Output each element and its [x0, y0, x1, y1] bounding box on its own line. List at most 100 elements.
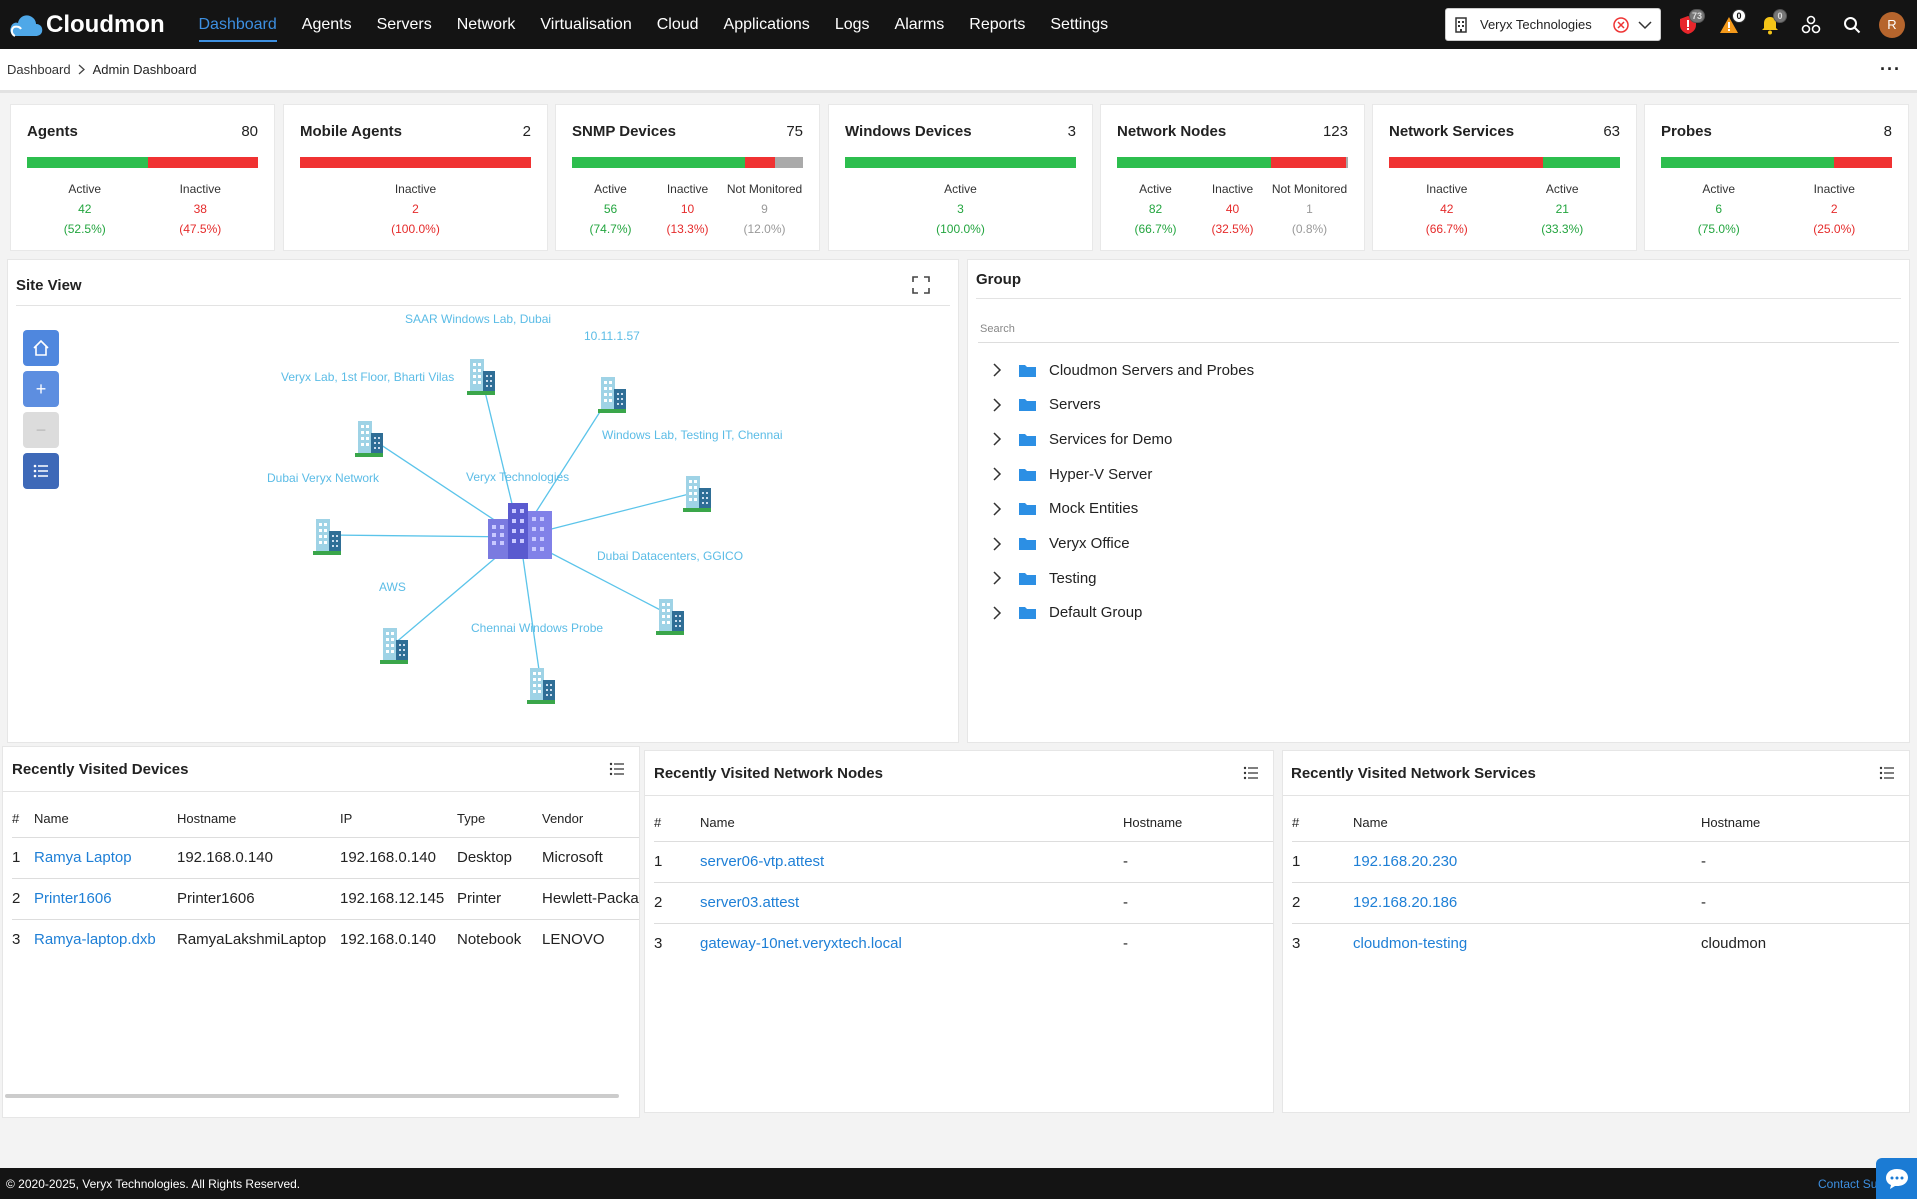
table-row[interactable]: 2 192.168.20.186-: [1292, 881, 1909, 923]
site-label[interactable]: Dubai Veryx Network: [267, 471, 380, 485]
col-header[interactable]: Name: [700, 805, 1123, 841]
stat-card[interactable]: Network Nodes 123 Active 82 (66.7%) Inactive 4…: [1100, 104, 1365, 251]
group-tree-item[interactable]: Cloudmon Servers and Probes: [990, 358, 1254, 382]
group-tree-item[interactable]: Services for Demo: [990, 427, 1172, 451]
site-label[interactable]: Chennai Windows Probe: [471, 621, 603, 635]
nav-cloud[interactable]: Cloud: [644, 0, 711, 49]
logo[interactable]: Cloudmon: [8, 11, 168, 39]
stat-item[interactable]: Active 3 (100.0%): [845, 179, 1076, 239]
site-building-icon[interactable]: [527, 668, 555, 704]
nav-logs[interactable]: Logs: [822, 0, 882, 49]
stat-card[interactable]: Probes 8 Active 6 (75.0%) Inactive 2 (25.0%): [1644, 104, 1909, 251]
chat-button[interactable]: [1876, 1158, 1917, 1199]
row-name-link[interactable]: server03.attest: [700, 881, 1123, 923]
row-name-link[interactable]: 192.168.20.230: [1353, 840, 1701, 882]
nav-agents[interactable]: Agents: [289, 0, 364, 49]
stat-item[interactable]: Inactive 2 (100.0%): [300, 179, 531, 239]
shield-alert-button[interactable]: 73: [1678, 8, 1705, 35]
stat-card[interactable]: Network Services 63 Inactive 42 (66.7%) Activ…: [1372, 104, 1637, 251]
stat-item[interactable]: Active 6 (75.0%): [1661, 179, 1777, 239]
user-avatar[interactable]: R: [1879, 11, 1905, 38]
col-header[interactable]: Vendor: [542, 801, 639, 837]
row-name-link[interactable]: Ramya-laptop.dxb: [34, 918, 177, 960]
row-name-link[interactable]: server06-vtp.attest: [700, 840, 1123, 882]
nav-settings[interactable]: Settings: [1038, 0, 1121, 49]
stat-item[interactable]: Inactive 42 (66.7%): [1389, 179, 1505, 239]
stat-item[interactable]: Not Monitored 9 (12.0%): [726, 179, 803, 239]
site-label[interactable]: Veryx Lab, 1st Floor, Bharti Vilas: [281, 370, 454, 384]
site-label[interactable]: Dubai Datacenters, GGICO: [597, 549, 743, 563]
site-building-icon[interactable]: [656, 599, 684, 635]
row-name-link[interactable]: 192.168.20.186: [1353, 881, 1701, 923]
site-label[interactable]: 10.11.1.57: [584, 329, 640, 343]
group-tree-item[interactable]: Mock Entities: [990, 497, 1138, 521]
col-header[interactable]: Type: [457, 801, 542, 837]
site-label[interactable]: SAAR Windows Lab, Dubai: [405, 312, 551, 326]
nav-reports[interactable]: Reports: [957, 0, 1038, 49]
notifications-button[interactable]: 0: [1760, 8, 1787, 35]
group-search-input[interactable]: Search: [978, 313, 1899, 343]
col-header[interactable]: Hostname: [1701, 805, 1909, 841]
group-tree-item[interactable]: Hyper-V Server: [990, 462, 1152, 486]
list-view-icon[interactable]: [609, 762, 625, 776]
search-button[interactable]: [1842, 15, 1862, 35]
stat-item[interactable]: Active 82 (66.7%): [1117, 179, 1194, 239]
row-name-link[interactable]: Ramya Laptop: [34, 836, 177, 878]
table-row[interactable]: 2 server03.attest -: [654, 881, 1273, 923]
nav-applications[interactable]: Applications: [711, 0, 822, 49]
chevron-right-icon[interactable]: [990, 467, 1004, 481]
nav-virtualisation[interactable]: Virtualisation: [528, 0, 644, 49]
list-view-icon[interactable]: [1879, 766, 1895, 780]
site-center-label[interactable]: Veryx Technologies: [466, 470, 569, 484]
group-tree-item[interactable]: Servers: [990, 393, 1101, 417]
table-row[interactable]: 1 192.168.20.230-: [1292, 840, 1909, 882]
site-building-icon[interactable]: [355, 421, 383, 457]
stat-card[interactable]: Agents 80 Active 42 (52.5%) Inactive 38 (47.5%): [10, 104, 275, 251]
stat-card[interactable]: Windows Devices 3 Active 3 (100.0%): [828, 104, 1093, 251]
group-tree-item[interactable]: Testing: [990, 566, 1097, 590]
chevron-right-icon[interactable]: [990, 571, 1004, 585]
site-building-icon[interactable]: [380, 628, 408, 664]
list-view-icon[interactable]: [1243, 766, 1259, 780]
row-name-link[interactable]: Printer1606: [34, 877, 177, 919]
nav-dashboard[interactable]: Dashboard: [186, 0, 289, 49]
chevron-right-icon[interactable]: [990, 606, 1004, 620]
group-tree-item[interactable]: Default Group: [990, 601, 1142, 625]
hq-building-icon[interactable]: [488, 503, 552, 559]
row-name-link[interactable]: cloudmon-testing: [1353, 922, 1701, 964]
warning-alert-button[interactable]: 0: [1719, 8, 1746, 35]
apps-button[interactable]: [1801, 15, 1821, 35]
chevron-right-icon[interactable]: [990, 398, 1004, 412]
group-tree-item[interactable]: Veryx Office: [990, 532, 1130, 556]
row-name-link[interactable]: gateway-10net.veryxtech.local: [700, 922, 1123, 964]
nav-alarms[interactable]: Alarms: [882, 0, 957, 49]
site-building-icon[interactable]: [683, 476, 711, 512]
breadcrumb-root[interactable]: Dashboard: [7, 62, 71, 77]
horizontal-scrollbar[interactable]: [5, 1094, 619, 1098]
stat-item[interactable]: Active 21 (33.3%): [1505, 179, 1621, 239]
chevron-right-icon[interactable]: [990, 432, 1004, 446]
stat-item[interactable]: Inactive 10 (13.3%): [649, 179, 726, 239]
chevron-right-icon[interactable]: [990, 363, 1004, 377]
more-options-icon[interactable]: ···: [1880, 59, 1901, 80]
stat-card[interactable]: SNMP Devices 75 Active 56 (74.7%) Inactive 10 (…: [555, 104, 820, 251]
table-row[interactable]: 3 cloudmon-testing cloudmon: [1292, 922, 1909, 964]
col-header[interactable]: Name: [34, 801, 177, 837]
table-row[interactable]: 1 Ramya Laptop 192.168.0.140 192.168.0.140 D…: [12, 836, 639, 878]
clear-icon[interactable]: [1612, 16, 1630, 34]
stat-item[interactable]: Inactive 40 (32.5%): [1194, 179, 1271, 239]
table-row[interactable]: 3 gateway-10net.veryxtech.local -: [654, 922, 1273, 964]
site-label[interactable]: Windows Lab, Testing IT, Chennai: [602, 428, 783, 442]
stat-item[interactable]: Inactive 38 (47.5%): [143, 179, 259, 239]
nav-network[interactable]: Network: [444, 0, 528, 49]
tenant-select[interactable]: Veryx Technologies: [1445, 8, 1661, 41]
chevron-down-icon[interactable]: [1638, 20, 1652, 30]
site-building-icon[interactable]: [598, 377, 626, 413]
stat-item[interactable]: Active 56 (74.7%): [572, 179, 649, 239]
nav-servers[interactable]: Servers: [364, 0, 444, 49]
col-header[interactable]: Hostname: [1123, 805, 1273, 841]
table-row[interactable]: 1 server06-vtp.attest -: [654, 840, 1273, 882]
stat-item[interactable]: Not Monitored 1 (0.8%): [1271, 179, 1348, 239]
stat-item[interactable]: Inactive 2 (25.0%): [1777, 179, 1893, 239]
stat-card[interactable]: Mobile Agents 2 Inactive 2 (100.0%): [283, 104, 548, 251]
